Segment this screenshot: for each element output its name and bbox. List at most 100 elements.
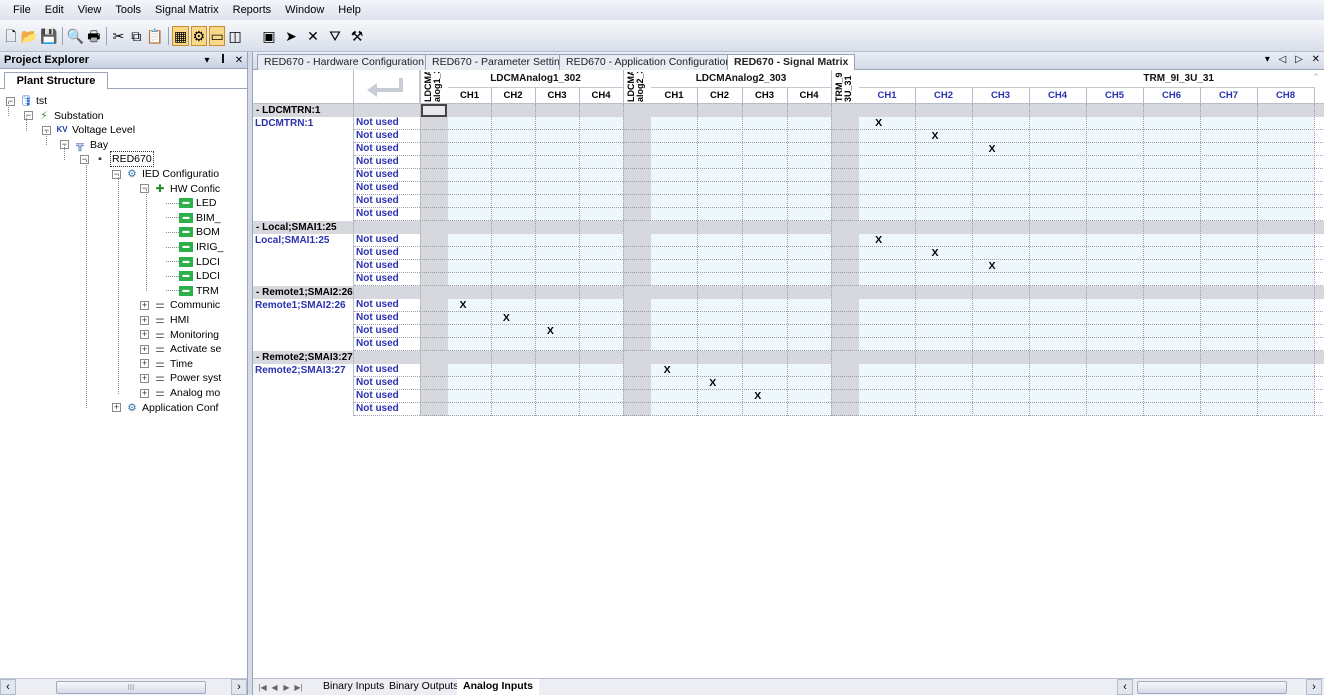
expand-icon[interactable]: + bbox=[140, 330, 149, 340]
connection-mark[interactable]: X bbox=[972, 260, 1012, 273]
signal-name[interactable]: Remote2;SMAI3:27 bbox=[253, 364, 353, 377]
channel-header[interactable]: CH3 bbox=[535, 90, 579, 102]
menu-reports[interactable]: Reports bbox=[226, 0, 279, 20]
row-group-header[interactable]: - LDCMTRN:1 bbox=[253, 104, 1324, 117]
paste-button[interactable]: 📋 bbox=[146, 26, 163, 46]
collapse-icon[interactable]: − bbox=[112, 169, 121, 179]
channel-header[interactable]: CH1 bbox=[859, 90, 915, 102]
menu-edit[interactable]: Edit bbox=[38, 0, 71, 20]
connection-mark[interactable]: X bbox=[491, 312, 522, 325]
dropdown-icon[interactable]: ▾ bbox=[199, 55, 215, 66]
tree-node[interactable]: ▬ TRM bbox=[166, 284, 219, 298]
scroll-track[interactable]: III bbox=[16, 680, 231, 695]
save-button[interactable]: 💾 bbox=[40, 26, 57, 46]
channel-header[interactable]: CH7 bbox=[1200, 90, 1257, 102]
connection-mark[interactable]: X bbox=[859, 234, 898, 247]
properties-button[interactable]: ⚙ bbox=[190, 26, 207, 46]
selected-cell[interactable] bbox=[421, 104, 447, 117]
tree-node[interactable]: − ⚡ Substation bbox=[24, 109, 104, 123]
expand-icon[interactable]: + bbox=[140, 359, 149, 369]
matrix-horizontal-scrollbar[interactable]: ‹ › bbox=[1117, 679, 1322, 695]
tree-node[interactable]: − KV Voltage Level bbox=[42, 123, 135, 137]
scroll-left-icon[interactable]: ‹ bbox=[0, 679, 16, 695]
scroll-thumb[interactable] bbox=[1137, 680, 1287, 694]
expand-icon[interactable]: + bbox=[140, 373, 149, 383]
scroll-thumb[interactable]: III bbox=[56, 680, 206, 694]
menu-view[interactable]: View bbox=[71, 0, 109, 20]
tree-node[interactable]: ▬ IRIG_ bbox=[166, 240, 223, 254]
tab-red670-parameter-setting[interactable]: RED670 - Parameter Setting bbox=[425, 54, 573, 70]
channel-header[interactable]: CH3 bbox=[972, 90, 1029, 102]
settings-button[interactable]: ⚒ bbox=[347, 26, 367, 46]
tab-plant-structure[interactable]: Plant Structure bbox=[4, 72, 108, 89]
delete-button[interactable]: ✕ bbox=[303, 26, 323, 46]
new-button[interactable]: 🗋 bbox=[3, 26, 19, 46]
scroll-left-icon[interactable]: ‹ bbox=[1117, 679, 1133, 695]
expand-icon[interactable]: + bbox=[140, 315, 149, 325]
menu-window[interactable]: Window bbox=[278, 0, 331, 20]
row-group-header[interactable]: - Remote2;SMAI3:27 bbox=[253, 351, 1324, 364]
menu-help[interactable]: Help bbox=[331, 0, 368, 20]
tree-node[interactable]: + ⚌ Power syst bbox=[140, 371, 221, 385]
scroll-right-icon[interactable]: › bbox=[231, 679, 247, 695]
channel-header[interactable]: CH1 bbox=[448, 90, 491, 102]
channel-header[interactable]: CH6 bbox=[1143, 90, 1200, 102]
open-button[interactable]: 📂 bbox=[21, 26, 38, 46]
tree-node[interactable]: − 🛢 tst bbox=[6, 94, 47, 108]
channel-header[interactable]: CH8 bbox=[1257, 90, 1314, 102]
signal-name[interactable]: LDCMTRN:1 bbox=[253, 117, 353, 130]
matrix-button[interactable]: ▣ bbox=[259, 26, 279, 46]
tree-node[interactable]: − ⚙ IED Configuratio bbox=[112, 167, 219, 181]
menu-signal-matrix[interactable]: Signal Matrix bbox=[148, 0, 226, 20]
expand-icon[interactable]: + bbox=[140, 300, 149, 310]
signal-name[interactable]: Local;SMAI1:25 bbox=[253, 234, 353, 247]
prev-sheet-icon[interactable]: ◀ bbox=[269, 681, 280, 694]
window-button[interactable]: ▭ bbox=[208, 26, 226, 46]
filter-button[interactable]: ⛛ bbox=[325, 26, 345, 46]
sheet-tab-analog-inputs[interactable]: Analog Inputs bbox=[457, 679, 539, 695]
tree-node[interactable]: ▬ BIM_ bbox=[166, 211, 221, 225]
split-button[interactable]: ◫ bbox=[227, 26, 243, 46]
collapse-icon[interactable]: − bbox=[140, 184, 149, 194]
connection-mark[interactable]: X bbox=[915, 130, 955, 143]
tree-node[interactable]: ▬ LDCI bbox=[166, 255, 220, 269]
cut-button[interactable]: ✂ bbox=[111, 26, 127, 46]
sheet-tab-binary-inputs[interactable]: Binary Inputs bbox=[317, 679, 390, 695]
connection-mark[interactable]: X bbox=[535, 325, 566, 338]
tree-node[interactable]: + ⚙ Application Conf bbox=[112, 401, 218, 415]
channel-header[interactable]: CH4 bbox=[1029, 90, 1086, 102]
vertical-scrollbar[interactable]: ⌃⌄ bbox=[1311, 70, 1323, 688]
tree-node[interactable]: ▬ LDCI bbox=[166, 269, 220, 283]
channel-header[interactable]: CH2 bbox=[491, 90, 535, 102]
copy-button[interactable]: ⧉ bbox=[128, 26, 144, 46]
connection-mark[interactable]: X bbox=[697, 377, 729, 390]
scroll-track[interactable] bbox=[1133, 680, 1306, 695]
print-preview-button[interactable]: 🔍 bbox=[67, 26, 84, 46]
tree-view-button[interactable]: ▦ bbox=[172, 26, 189, 46]
expand-icon[interactable]: + bbox=[112, 403, 121, 413]
first-sheet-icon[interactable]: |◀ bbox=[257, 681, 268, 694]
menu-file[interactable]: File bbox=[6, 0, 38, 20]
sheet-tab-binary-outputs[interactable]: Binary Outputs bbox=[383, 679, 464, 695]
expand-icon[interactable]: + bbox=[140, 388, 149, 398]
channel-header[interactable]: CH4 bbox=[787, 90, 831, 102]
tab-red670-signal-matrix[interactable]: RED670 - Signal Matrix bbox=[727, 54, 856, 71]
menu-tools[interactable]: Tools bbox=[108, 0, 148, 20]
channel-header[interactable]: CH3 bbox=[742, 90, 787, 102]
row-group-header[interactable]: - Local;SMAI1:25 bbox=[253, 221, 1324, 234]
tree-node[interactable]: + ⚌ Time bbox=[140, 357, 193, 371]
connection-mark[interactable]: X bbox=[972, 143, 1012, 156]
tree-node[interactable]: + ⚌ Monitoring bbox=[140, 328, 219, 342]
channel-header[interactable]: CH1 bbox=[651, 90, 697, 102]
explorer-horizontal-scrollbar[interactable]: ‹ III › bbox=[0, 678, 247, 695]
signal-name[interactable]: Remote1;SMAI2:26 bbox=[253, 299, 353, 312]
scroll-up-icon[interactable]: ⌃ bbox=[1312, 72, 1320, 83]
connection-mark[interactable]: X bbox=[915, 247, 955, 260]
connection-mark[interactable]: X bbox=[859, 117, 898, 130]
close-icon[interactable]: ✕ bbox=[231, 55, 247, 66]
next-sheet-icon[interactable]: ▶ bbox=[281, 681, 292, 694]
last-sheet-icon[interactable]: ▶| bbox=[293, 681, 304, 694]
tree-node[interactable]: + ⚌ Communic bbox=[140, 298, 220, 312]
tab-red670-hardware-configuration[interactable]: RED670 - Hardware Configuration bbox=[257, 54, 431, 70]
tree-node[interactable]: + ⚌ Analog mo bbox=[140, 386, 220, 400]
